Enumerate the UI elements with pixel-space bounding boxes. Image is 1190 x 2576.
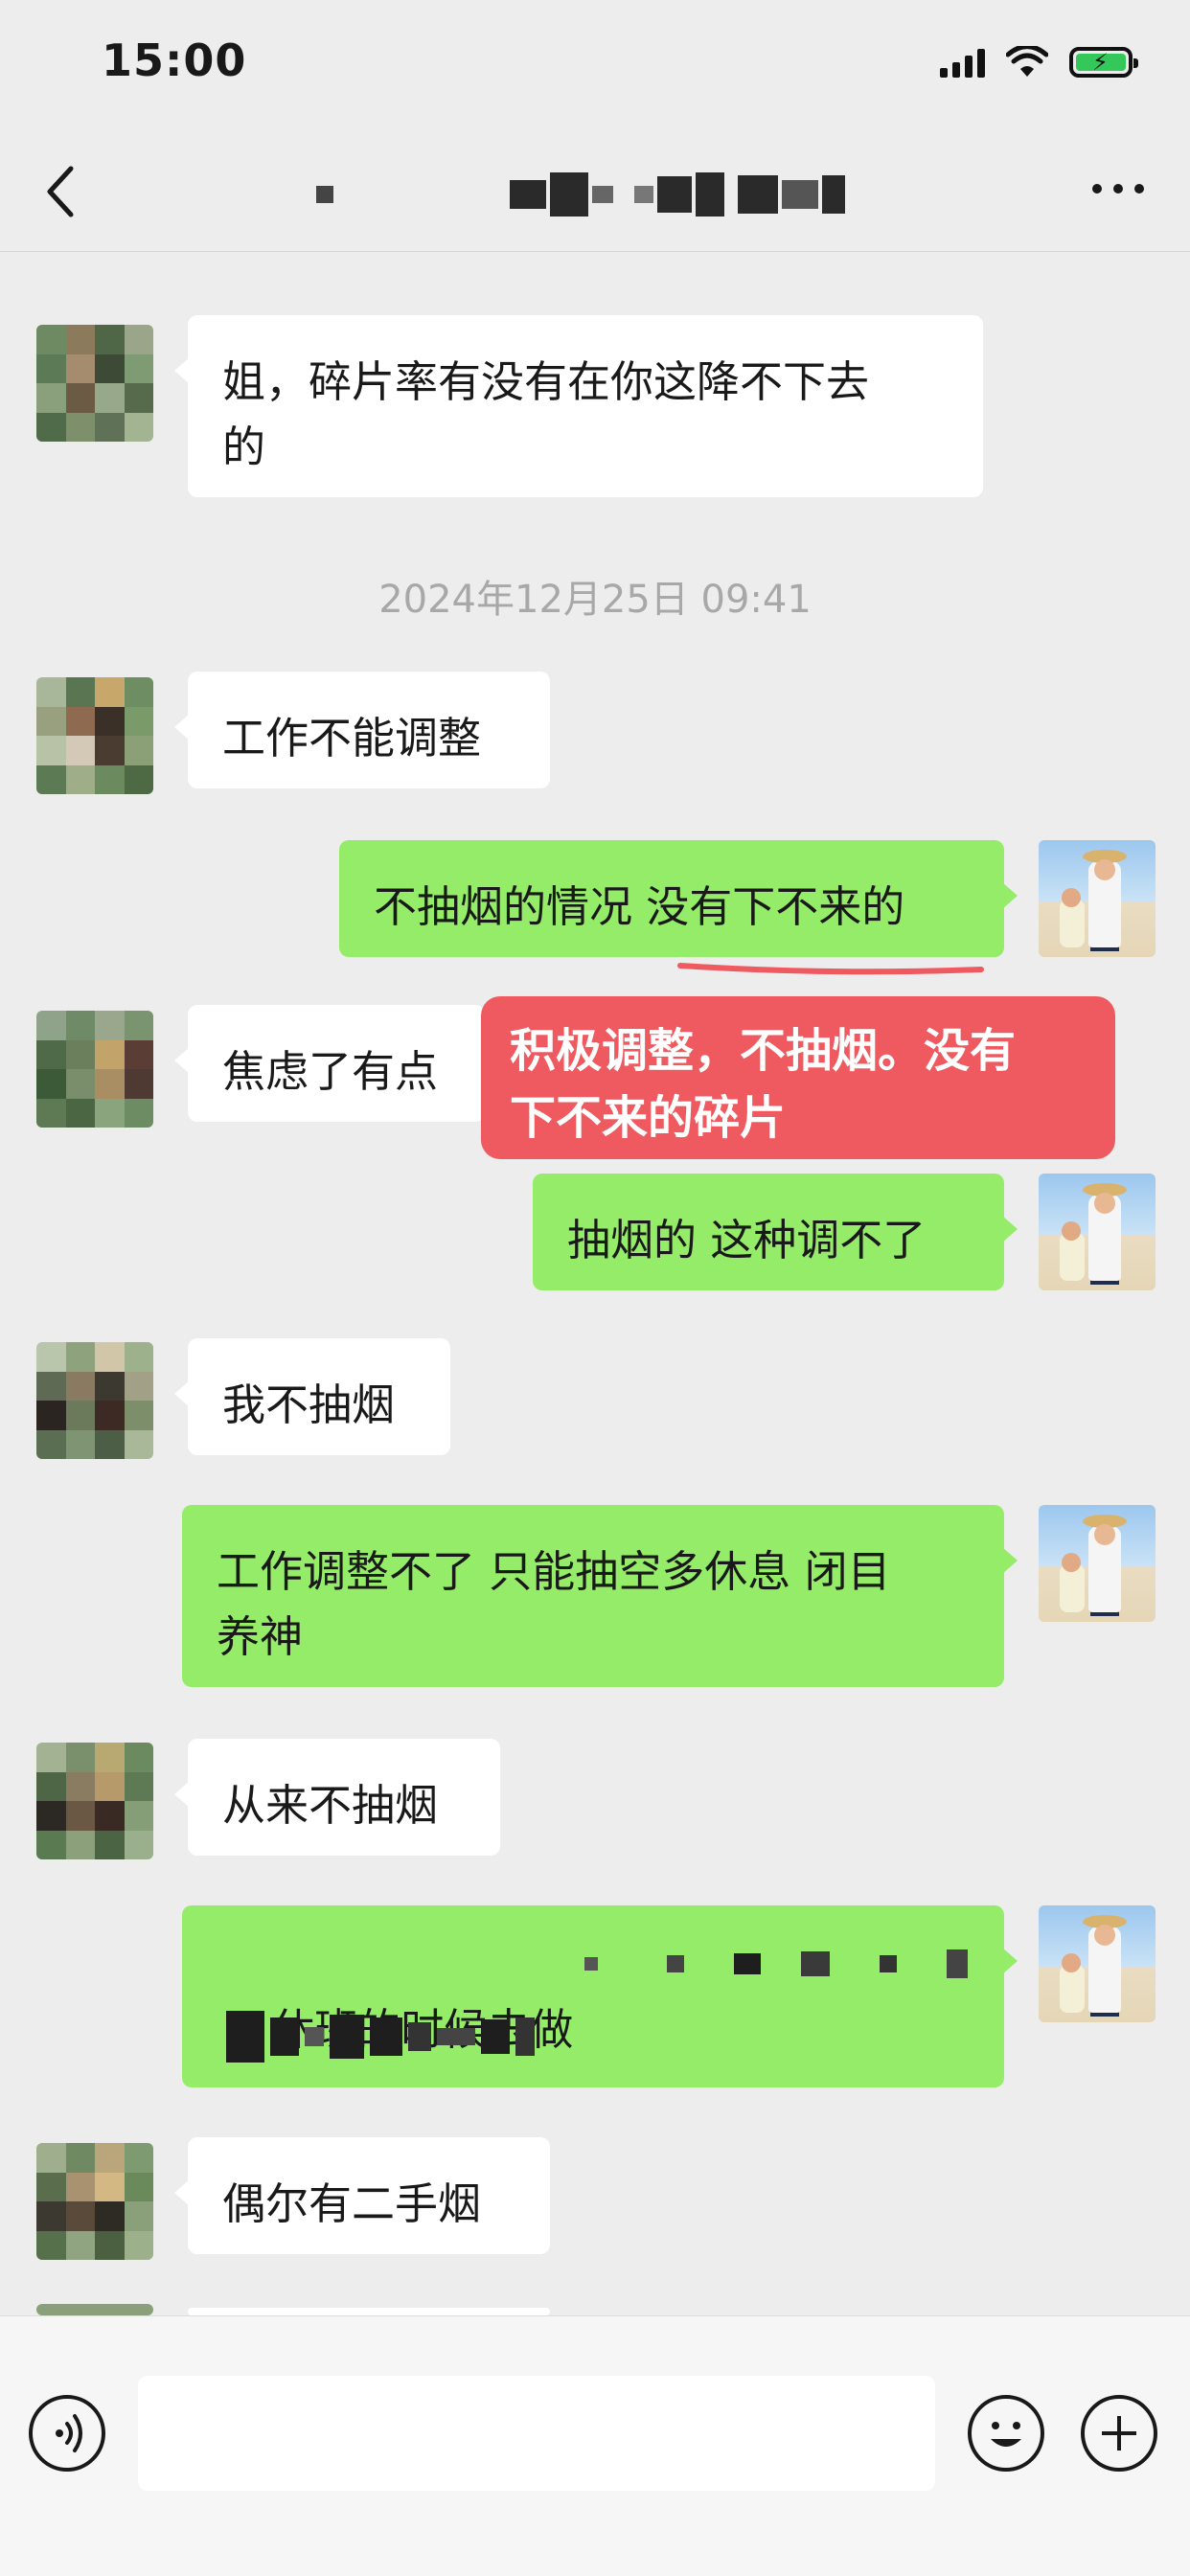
message-bubble[interactable]: 不抽烟的情况 没有下不来的 — [339, 840, 1018, 957]
annotation-underline — [677, 963, 984, 975]
user-avatar[interactable] — [1039, 1174, 1156, 1290]
message-bubble[interactable]: 我不抽烟 — [174, 1338, 450, 1455]
message-bubble[interactable]: 工作不能调整 — [174, 672, 550, 788]
message-bubble[interactable]: 焦虑了有点 — [174, 1005, 485, 1122]
plus-icon[interactable] — [1081, 2395, 1157, 2472]
contact-avatar[interactable] — [36, 677, 153, 794]
message-bubble[interactable]: 偶尔有二手烟 — [174, 2137, 550, 2254]
message-bubble[interactable]: 休班的时候去做 — [182, 1905, 1018, 2087]
contact-avatar[interactable] — [36, 1011, 153, 1128]
user-avatar[interactable] — [1039, 1505, 1156, 1622]
redacted-text — [226, 2011, 535, 2063]
message-bubble[interactable]: 工作调整不了 只能抽空多休息 闭目 养神 — [182, 1505, 1018, 1687]
status-icons: ⚡ — [940, 46, 1138, 79]
status-time: 15:00 — [102, 34, 247, 86]
redacted-text — [584, 1949, 968, 1978]
annotation-callout: 积极调整，不抽烟。没有 下不来的碎片 — [481, 996, 1115, 1159]
wifi-icon — [1006, 46, 1048, 77]
contact-avatar[interactable] — [36, 325, 153, 442]
contact-avatar[interactable] — [36, 2304, 153, 2315]
battery-icon: ⚡ — [1069, 47, 1138, 78]
status-bar: 15:00 ⚡ — [0, 0, 1190, 134]
emoji-icon[interactable] — [968, 2395, 1044, 2472]
contact-avatar[interactable] — [36, 1342, 153, 1459]
timestamp: 2024年12月25日 09:41 — [378, 578, 812, 622]
nav-bar — [0, 134, 1190, 252]
back-icon[interactable] — [42, 163, 80, 220]
message-bubble[interactable]: 抽烟的 这种调不了 — [533, 1174, 1018, 1290]
contact-avatar[interactable] — [36, 2143, 153, 2260]
voice-input-icon[interactable] — [29, 2395, 105, 2472]
message-bubble[interactable]: 姐，碎片率有没有在你这降不下去 的 — [174, 315, 983, 497]
chat-list[interactable]: 姐，碎片率有没有在你这降不下去 的 2024年12月25日 09:41 工作不能… — [0, 252, 1190, 2315]
message-bubble[interactable]: 从来不抽烟 — [174, 1739, 500, 1856]
message-bubble[interactable] — [188, 2308, 550, 2315]
more-options-icon[interactable] — [1092, 184, 1144, 194]
user-avatar[interactable] — [1039, 1905, 1156, 2022]
message-input[interactable] — [138, 2376, 935, 2491]
chat-title-redacted — [316, 169, 845, 220]
user-avatar[interactable] — [1039, 840, 1156, 957]
cellular-signal-icon — [940, 47, 985, 78]
input-bar — [0, 2315, 1190, 2576]
contact-avatar[interactable] — [36, 1743, 153, 1859]
